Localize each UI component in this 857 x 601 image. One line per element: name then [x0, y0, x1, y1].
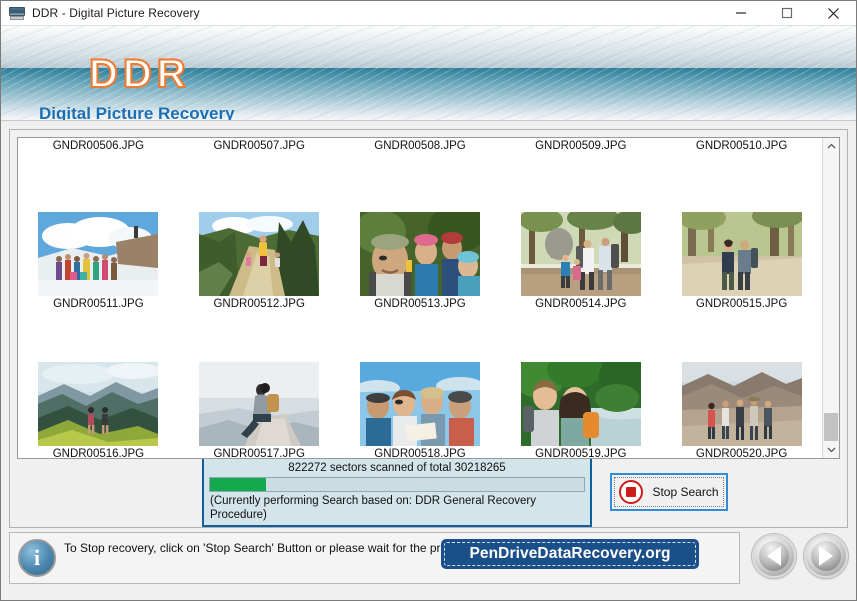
file-name-label: GNDR00508.JPG — [374, 140, 466, 152]
recovered-files-panel: GNDR00506.JPG GNDR00507.JPG GNDR00508.JPG G… — [17, 137, 840, 459]
file-thumbnail[interactable] — [199, 212, 320, 296]
file-name-label: GNDR00520.JPG — [695, 448, 788, 458]
file-item[interactable]: GNDR00513.JPG — [340, 182, 501, 310]
scrollbar-thumb[interactable] — [824, 413, 838, 441]
file-item[interactable]: GNDR00507.JPG — [179, 138, 340, 152]
chevron-down-icon[interactable] — [823, 441, 839, 458]
file-name-label: GNDR00510.JPG — [695, 140, 788, 152]
file-name-label: GNDR00517.JPG — [213, 448, 305, 458]
scan-status-text: 822272 sectors scanned of total 30218265 — [288, 462, 506, 474]
file-item[interactable]: GNDR00515.JPG — [661, 182, 822, 310]
file-row: GNDR00516.JPG GNDR00517.JPG GNDR00518.JP… — [18, 310, 822, 458]
next-button[interactable] — [804, 534, 848, 578]
file-thumbnail[interactable] — [681, 212, 802, 296]
file-item[interactable]: GNDR00518.JPG — [340, 332, 501, 458]
navigation-buttons — [752, 532, 848, 578]
file-name-label: GNDR00507.JPG — [213, 140, 305, 152]
file-name-label: GNDR00511.JPG — [53, 298, 144, 310]
triangle-left-icon — [767, 546, 781, 566]
progress-panel: 822272 sectors scanned of total 30218265… — [202, 457, 592, 527]
file-thumbnail[interactable] — [681, 362, 802, 446]
file-thumbnail[interactable] — [520, 212, 641, 296]
scan-procedure-note: (Currently performing Search based on: D… — [210, 495, 536, 521]
file-item[interactable]: GNDR00506.JPG — [18, 138, 179, 152]
stop-search-button[interactable]: Stop Search — [610, 473, 728, 511]
footer-area: i To Stop recovery, click on 'Stop Searc… — [1, 528, 856, 600]
file-name-label: GNDR00518.JPG — [374, 448, 466, 458]
close-icon[interactable] — [810, 1, 856, 25]
file-item[interactable]: GNDR00511.JPG — [18, 182, 179, 310]
progress-row: 822272 sectors scanned of total 30218265… — [17, 457, 840, 527]
info-icon: i — [18, 539, 56, 577]
file-item[interactable]: GNDR00512.JPG — [179, 182, 340, 310]
file-item[interactable]: GNDR00510.JPG — [661, 138, 822, 152]
file-thumbnail[interactable] — [38, 362, 159, 446]
file-item[interactable]: GNDR00508.JPG — [340, 138, 501, 152]
chevron-up-icon[interactable] — [823, 138, 839, 155]
scan-progress-fill — [210, 478, 267, 491]
file-name-label: GNDR00512.JPG — [213, 298, 305, 310]
file-thumbnail[interactable] — [520, 362, 641, 446]
file-thumbnail[interactable] — [38, 212, 159, 296]
file-thumbnail[interactable] — [359, 212, 480, 296]
file-item[interactable]: GNDR00519.JPG — [500, 332, 661, 458]
back-button[interactable] — [752, 534, 796, 578]
file-item[interactable]: GNDR00517.JPG — [179, 332, 340, 458]
brand-label: PenDriveDataRecovery.org — [469, 545, 671, 562]
file-row: GNDR00511.JPG GNDR00512.JPG GNDR00513.JP… — [18, 160, 822, 310]
scan-progress-bar — [209, 477, 585, 492]
file-row: GNDR00506.JPG GNDR00507.JPG GNDR00508.JPG G… — [18, 138, 822, 160]
file-thumbnail[interactable] — [359, 362, 480, 446]
app-scanner-icon — [9, 5, 25, 21]
file-name-label: GNDR00515.JPG — [695, 298, 788, 310]
scrollbar-track[interactable] — [823, 155, 839, 441]
brand-badge[interactable]: PenDriveDataRecovery.org — [441, 539, 699, 569]
minimize-icon[interactable] — [718, 1, 764, 25]
file-name-label: GNDR00513.JPG — [374, 298, 466, 310]
triangle-right-icon — [819, 546, 833, 566]
file-thumbnail-grid[interactable]: GNDR00506.JPG GNDR00507.JPG GNDR00508.JPG G… — [18, 138, 822, 458]
file-item[interactable]: GNDR00520.JPG — [661, 332, 822, 458]
app-window: DDR - Digital Picture Recovery DDR Digit… — [0, 0, 857, 601]
file-name-label: GNDR00506.JPG — [52, 140, 145, 152]
file-item[interactable]: GNDR00516.JPG — [18, 332, 179, 458]
file-item[interactable]: GNDR00514.JPG — [500, 182, 661, 310]
file-name-label: GNDR00519.JPG — [535, 448, 627, 458]
maximize-icon[interactable] — [764, 1, 810, 25]
app-banner: DDR Digital Picture Recovery — [1, 26, 856, 121]
main-area: GNDR00506.JPG GNDR00507.JPG GNDR00508.JPG G… — [1, 121, 856, 528]
vertical-scrollbar[interactable] — [822, 138, 839, 458]
banner-subtitle: Digital Picture Recovery — [39, 104, 235, 121]
file-name-label: GNDR00516.JPG — [52, 448, 145, 458]
file-item[interactable]: GNDR00509.JPG — [500, 138, 661, 152]
file-name-label: GNDR00509.JPG — [535, 140, 627, 152]
content-frame: GNDR00506.JPG GNDR00507.JPG GNDR00508.JPG G… — [9, 129, 848, 528]
window-title: DDR - Digital Picture Recovery — [32, 6, 200, 20]
file-name-label: GNDR00514.JPG — [535, 298, 627, 310]
title-bar: DDR - Digital Picture Recovery — [1, 1, 856, 26]
file-thumbnail[interactable] — [199, 362, 320, 446]
ddr-logo: DDR — [88, 51, 191, 97]
window-controls — [718, 1, 856, 25]
